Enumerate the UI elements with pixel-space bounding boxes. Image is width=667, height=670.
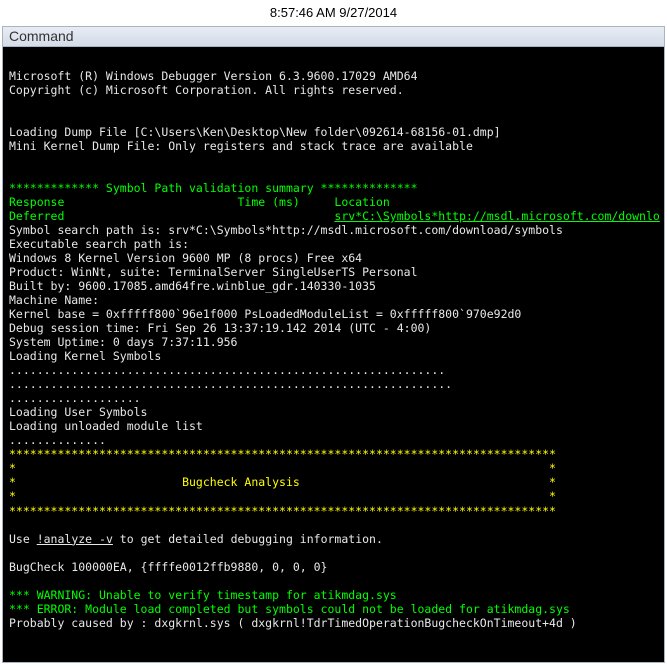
console-line: ..............: [9, 433, 106, 447]
console-line: Loading User Symbols: [9, 405, 147, 419]
console-line: * *: [9, 461, 556, 475]
console-line: *** ERROR: Module load completed but sym…: [9, 602, 570, 616]
timestamp-text: 8:57:46 AM 9/27/2014: [270, 5, 397, 20]
console-line: * Bugcheck Analysis *: [9, 475, 556, 489]
console-line: Loading unloaded module list: [9, 419, 203, 433]
console-line: Built by: 9600.17085.amd64fre.winblue_gd…: [9, 279, 376, 293]
console-line: System Uptime: 0 days 7:37:11.956: [9, 335, 237, 349]
analyze-link[interactable]: !analyze -v: [37, 532, 113, 546]
timestamp-bar: 8:57:46 AM 9/27/2014: [0, 0, 667, 26]
console-line: * *: [9, 489, 556, 503]
symbol-path-link[interactable]: srv*C:\Symbols*http://msdl.microsoft.com…: [334, 209, 659, 223]
console-line: ****************************************…: [9, 504, 556, 518]
console-line: Copyright (c) Microsoft Corporation. All…: [9, 83, 404, 97]
console-line: *** WARNING: Unable to verify timestamp …: [9, 588, 397, 602]
console-line: ************* Symbol Path validation sum…: [9, 181, 418, 195]
console-line: Debug session time: Fri Sep 26 13:37:19.…: [9, 321, 431, 335]
console-line: ........................................…: [9, 363, 445, 377]
console-line: Executable search path is:: [9, 237, 196, 251]
console-line: ........................................…: [9, 377, 452, 391]
console-line: Response Time (ms) Location: [9, 195, 390, 209]
console-line: Mini Kernel Dump File: Only registers an…: [9, 139, 473, 153]
console-line: Loading Dump File [C:\Users\Ken\Desktop\…: [9, 125, 501, 139]
console-line: Probably caused by : dxgkrnl.sys ( dxgkr…: [9, 616, 577, 630]
window-title: Command: [9, 28, 74, 44]
console-line: Deferred: [9, 209, 334, 223]
title-bar[interactable]: Command: [3, 27, 664, 47]
console-line: Loading Kernel Symbols: [9, 349, 161, 363]
console-line: to get detailed debugging information.: [113, 532, 383, 546]
console-line: ...................: [9, 391, 141, 405]
window-frame: Command Microsoft (R) Windows Debugger V…: [2, 26, 665, 663]
console-line: Machine Name:: [9, 293, 99, 307]
console-output[interactable]: Microsoft (R) Windows Debugger Version 6…: [3, 47, 664, 662]
console-line: Kernel base = 0xfffff800`96e1f000 PsLoad…: [9, 307, 521, 321]
console-line: Windows 8 Kernel Version 9600 MP (8 proc…: [9, 251, 362, 265]
console-line: ****************************************…: [9, 447, 556, 461]
console-line: Microsoft (R) Windows Debugger Version 6…: [9, 69, 418, 83]
console-line: Product: WinNt, suite: TerminalServer Si…: [9, 265, 418, 279]
console-line: Use: [9, 532, 37, 546]
console-line: BugCheck 100000EA, {ffffe0012ffb9880, 0,…: [9, 560, 328, 574]
console-line: Symbol search path is: srv*C:\Symbols*ht…: [9, 223, 563, 237]
